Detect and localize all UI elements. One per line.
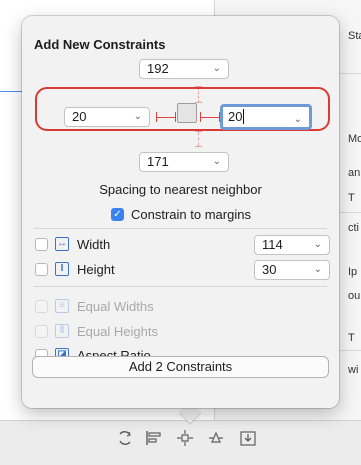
equal-widths-icon: ≡ xyxy=(55,299,69,313)
popover-title: Add New Constraints xyxy=(34,37,166,52)
bottom-strut[interactable] xyxy=(198,132,199,146)
chevron-down-icon: ⌄ xyxy=(313,239,322,250)
width-constraint-icon: ↔ xyxy=(55,237,69,251)
inspector-fragment: Ip xyxy=(348,266,358,278)
bottom-spacing-value: 171 xyxy=(147,154,169,169)
inspector-fragment: Sta xyxy=(348,30,361,42)
leading-strut-cap xyxy=(175,112,176,122)
width-checkbox[interactable] xyxy=(35,238,48,251)
trailing-spacing-dropdown[interactable]: 20 ⌄ xyxy=(220,104,312,130)
add-constraints-popover: Add New Constraints 192 ⌄ 20 ⌄ 20 ⌄ 171 … xyxy=(22,16,339,408)
inspector-fragment: Mo xyxy=(348,133,361,145)
width-value: 114 xyxy=(262,237,283,252)
bottom-strut-cap xyxy=(195,146,202,147)
leading-strut[interactable] xyxy=(156,117,176,118)
height-value: 30 xyxy=(262,262,277,277)
resolve-issues-icon[interactable] xyxy=(206,428,226,448)
height-value-dropdown[interactable]: 30 ⌄ xyxy=(254,260,330,280)
chevron-down-icon: ⌄ xyxy=(212,63,221,74)
inspector-fragment: cti xyxy=(348,222,359,234)
chevron-down-icon: ⌄ xyxy=(212,156,221,167)
chevron-down-icon: ⌄ xyxy=(133,111,142,122)
divider xyxy=(34,228,327,229)
top-spacing-value: 192 xyxy=(147,61,169,76)
add-constraints-icon[interactable] xyxy=(175,428,195,448)
divider xyxy=(34,286,327,287)
inspector-fragment: T xyxy=(348,332,355,344)
height-constraint-icon: I xyxy=(55,262,69,276)
embed-in-icon[interactable] xyxy=(238,428,258,448)
selected-view-box xyxy=(177,103,197,123)
width-value-dropdown[interactable]: 114 ⌄ xyxy=(254,235,330,255)
update-frames-icon[interactable] xyxy=(115,428,135,448)
leading-spacing-dropdown[interactable]: 20 ⌄ xyxy=(64,107,150,127)
constrain-margins-label: Constrain to margins xyxy=(131,207,251,222)
equal-heights-label: Equal Heights xyxy=(77,324,158,339)
equal-widths-checkbox[interactable] xyxy=(35,300,48,313)
height-label: Height xyxy=(77,262,115,277)
leading-spacing-value: 20 xyxy=(72,109,87,124)
bottom-spacing-dropdown[interactable]: 171 ⌄ xyxy=(139,152,229,172)
equal-heights-icon: ‖ xyxy=(55,324,69,338)
add-constraints-button[interactable]: Add 2 Constraints xyxy=(32,356,329,378)
chevron-down-icon: ⌄ xyxy=(313,264,322,275)
chevron-down-icon: ⌄ xyxy=(293,114,302,125)
top-spacing-dropdown[interactable]: 192 ⌄ xyxy=(139,59,229,79)
trailing-spacing-value: 20 xyxy=(228,109,243,124)
inspector-fragment: ou xyxy=(348,290,361,302)
height-checkbox[interactable] xyxy=(35,263,48,276)
inspector-fragment: wi xyxy=(348,364,359,376)
inspector-fragment: an xyxy=(348,167,361,179)
equal-widths-label: Equal Widths xyxy=(77,299,154,314)
width-label: Width xyxy=(77,237,111,252)
trailing-strut[interactable] xyxy=(200,117,220,118)
text-cursor xyxy=(243,109,245,124)
constrain-margins-checkbox[interactable]: ✓ xyxy=(111,208,124,221)
align-icon[interactable] xyxy=(144,428,164,448)
selection-guide-line xyxy=(0,91,22,92)
inspector-fragment: T xyxy=(348,192,355,204)
spacing-caption: Spacing to nearest neighbor xyxy=(99,182,262,197)
equal-heights-checkbox[interactable] xyxy=(35,325,48,338)
